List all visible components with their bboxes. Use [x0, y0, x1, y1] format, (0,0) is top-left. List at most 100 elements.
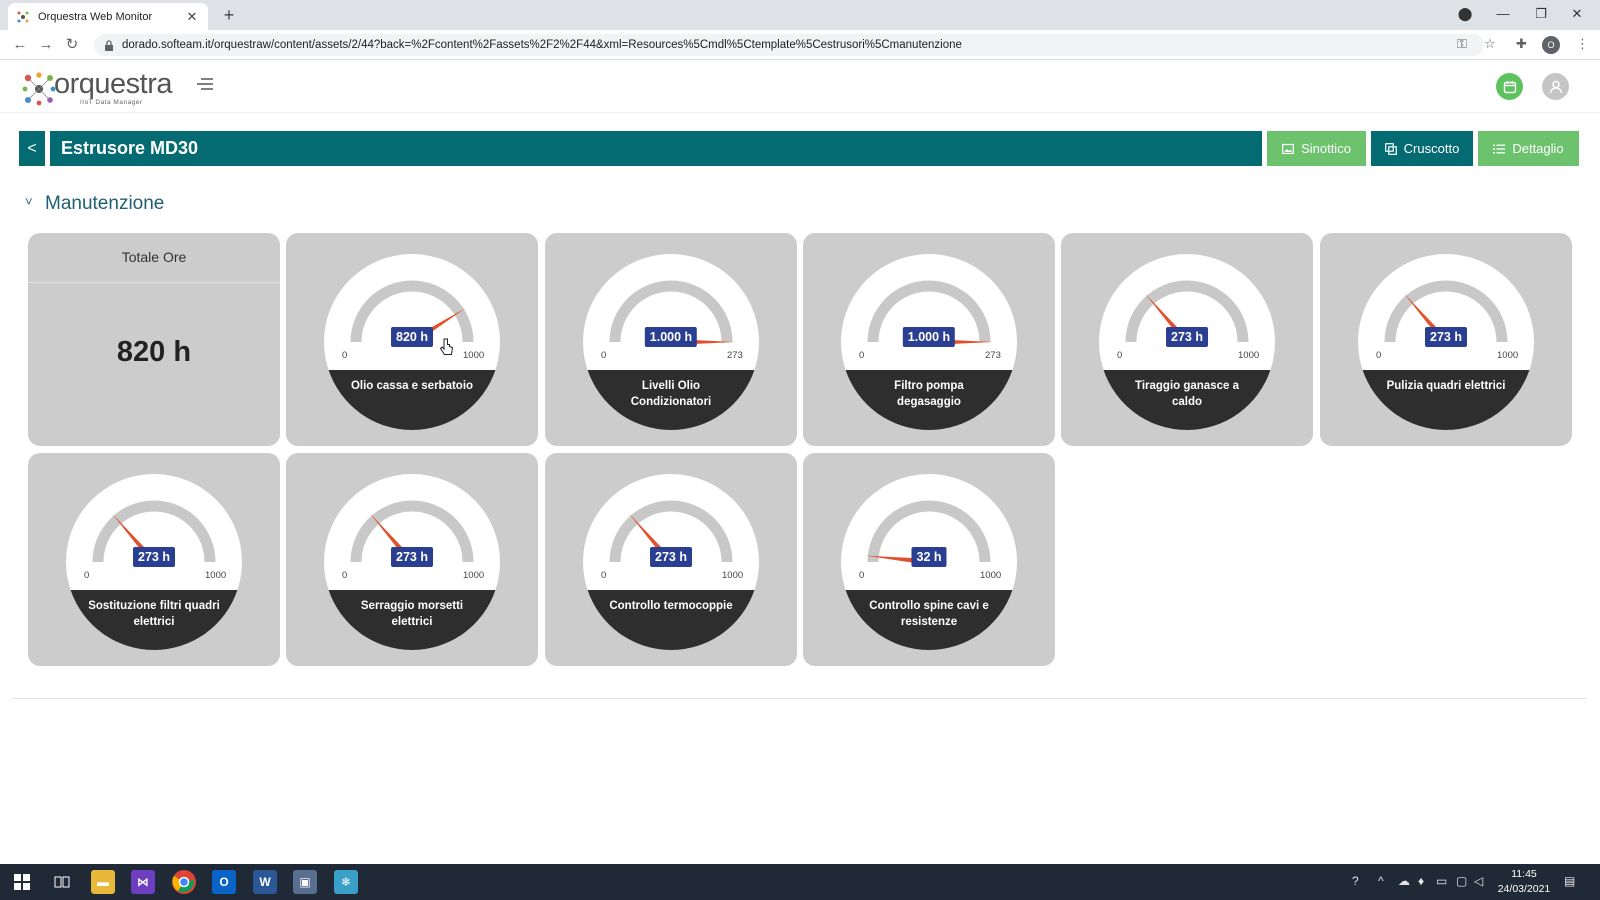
back-arrow-icon[interactable]: ← [8, 33, 32, 57]
battery-icon[interactable]: ▭ [1436, 874, 1447, 888]
close-tab-icon[interactable]: ✕ [184, 9, 200, 25]
logo-mark-icon [22, 72, 56, 106]
maintenance-gauge-card[interactable]: 273 h 0 1000 Tiraggio ganasce a caldo [1061, 233, 1313, 446]
monitor-icon[interactable]: ▢ [1456, 874, 1467, 888]
divider [28, 282, 280, 283]
maintenance-gauge-card[interactable]: 1.000 h 0 273 Filtro pompa degasaggio [803, 233, 1055, 446]
gauge-min-label: 0 [342, 570, 348, 581]
gauge-max-label: 1000 [463, 570, 485, 581]
word-icon[interactable]: W [253, 870, 277, 894]
maintenance-gauge-card[interactable]: 1.000 h 0 273 Livelli Olio Condizionatori [545, 233, 797, 446]
more-menu-icon[interactable]: ⋮ [1576, 36, 1589, 52]
gauge-min-label: 0 [342, 350, 348, 361]
gauge-max-label: 273 [985, 350, 1001, 361]
clock-time: 11:45 [1511, 868, 1537, 880]
gauge-value: 1.000 h [902, 327, 956, 347]
gauge-title: Pulizia quadri elettrici [1386, 380, 1506, 392]
gauge-title: Controllo spine cavi e resistenze [869, 600, 989, 628]
maintenance-gauge-card[interactable]: 273 h 0 1000 Serraggio morsetti elettrici [286, 453, 538, 666]
help-icon[interactable]: ? [1352, 874, 1359, 888]
gauge-value: 32 h [911, 547, 947, 567]
windows-start-icon[interactable] [10, 870, 34, 894]
visual-studio-icon[interactable]: ⋈ [131, 870, 155, 894]
profile-menu-icon[interactable]: ⬤ [1446, 0, 1484, 28]
sinottico-button[interactable]: Sinottico [1267, 131, 1366, 166]
gauge-min-label: 0 [1117, 350, 1123, 361]
cruscotto-label: Cruscotto [1403, 141, 1460, 156]
browser-toolbar: ← → ↻ dorado.softeam.it/orquestraw/conte… [0, 30, 1600, 60]
gauge-min-label: 0 [1376, 350, 1382, 361]
key-icon[interactable]: ⚿ [1457, 36, 1467, 52]
volume-icon[interactable]: ◁ [1474, 874, 1483, 888]
section-title[interactable]: Manutenzione [45, 193, 164, 215]
reload-icon[interactable]: ↻ [60, 33, 84, 57]
gauge-value: 273 h [650, 547, 692, 567]
browser-tab[interactable]: Orquestra Web Monitor ✕ [8, 3, 208, 30]
gauge-max-label: 1000 [722, 570, 744, 581]
maintenance-gauge-card[interactable]: 32 h 0 1000 Controllo spine cavi e resisten… [803, 453, 1055, 666]
chevron-down-icon[interactable]: ˅ [25, 194, 33, 209]
new-tab-button[interactable]: + [216, 3, 242, 27]
maintenance-gauge-card[interactable]: 273 h 0 1000 Pulizia quadri elettrici [1320, 233, 1572, 446]
notifications-icon[interactable]: ▤ [1564, 874, 1575, 888]
chevron-up-icon[interactable]: ^ [1378, 874, 1384, 888]
close-window-icon[interactable]: ✕ [1558, 0, 1596, 28]
windows-taskbar: ▬ ⋈ O W ▣ ❄ ? ^ ☁ ♦ ▭ ▢ ◁ 11:45 24/03/20… [0, 864, 1600, 900]
brand-subtitle: IIoT Data Manager [80, 99, 143, 106]
address-bar[interactable]: dorado.softeam.it/orquestraw/content/ass… [94, 34, 1484, 56]
microphone-icon[interactable]: ♦ [1418, 874, 1424, 888]
gauge-title: Livelli Olio Condizionatori [630, 380, 712, 408]
gauge-title: Tiraggio ganasce a caldo [1135, 380, 1239, 408]
cruscotto-button[interactable]: Cruscotto [1371, 131, 1473, 166]
forward-arrow-icon[interactable]: → [34, 33, 58, 57]
extensions-icon[interactable]: ✚ [1516, 36, 1527, 52]
list-icon [1493, 144, 1506, 153]
gauge-value: 1.000 h [644, 327, 698, 347]
taskbar-clock[interactable]: 11:45 24/03/2021 [1494, 867, 1554, 897]
gauge-min-label: 0 [84, 570, 90, 581]
user-avatar-button[interactable] [1542, 73, 1569, 100]
gauge-max-label: 273 [727, 350, 743, 361]
outlook-icon[interactable]: O [212, 870, 236, 894]
browser-tab-strip: Orquestra Web Monitor ✕ + ⬤ — ❐ ✕ [0, 0, 1600, 30]
file-explorer-icon[interactable]: ▬ [91, 870, 115, 894]
total-hours-card: Totale Ore 820 h [28, 233, 280, 446]
gauge-max-label: 1000 [980, 570, 1002, 581]
maintenance-gauge-card[interactable]: 820 h 0 1000 Olio cassa e serbatoio [286, 233, 538, 446]
maintenance-gauge-card[interactable]: 273 h 0 1000 Controllo termocoppie [545, 453, 797, 666]
copy-icon [1384, 142, 1397, 155]
image-icon [1282, 143, 1294, 154]
calendar-icon [1503, 80, 1516, 93]
remote-desktop-icon[interactable]: ▣ [293, 870, 317, 894]
clock-date: 24/03/2021 [1497, 883, 1551, 895]
app-header: orquestra IIoT Data Manager [0, 60, 1600, 113]
task-view-icon[interactable] [50, 870, 74, 894]
url-text: dorado.softeam.it/orquestraw/content/ass… [122, 39, 962, 51]
gauge-title: Olio cassa e serbatoio [350, 380, 474, 392]
network-icon[interactable]: ☁ [1398, 874, 1410, 888]
calendar-button[interactable] [1496, 73, 1523, 100]
browser-profile-avatar[interactable]: O [1542, 36, 1560, 54]
sinottico-label: Sinottico [1301, 141, 1351, 156]
back-button[interactable]: < [19, 131, 45, 166]
gauge-title: Serraggio morsetti elettrici [360, 600, 464, 628]
chrome-icon[interactable] [172, 870, 196, 894]
gauge-min-label: 0 [601, 350, 607, 361]
gauge-title: Controllo termocoppie [609, 600, 733, 612]
orquestra-logo[interactable]: orquestra IIoT Data Manager [20, 66, 173, 108]
hamburger-menu-icon[interactable] [196, 76, 214, 92]
gauge-max-label: 1000 [1497, 350, 1519, 361]
minimize-icon[interactable]: — [1484, 0, 1522, 28]
total-hours-title: Totale Ore [121, 249, 187, 265]
gauge-value: 273 h [133, 547, 175, 567]
browser-tab-title: Orquestra Web Monitor [38, 10, 153, 23]
hand-cursor-icon [440, 338, 454, 355]
maintenance-gauge-card[interactable]: 273 h 0 1000 Sostituzione filtri quadri ele… [28, 453, 280, 666]
dettaglio-button[interactable]: Dettaglio [1478, 131, 1579, 166]
gauge-title: Filtro pompa degasaggio [894, 380, 964, 408]
restore-icon[interactable]: ❐ [1522, 0, 1560, 28]
gauge-max-label: 1000 [463, 350, 485, 361]
app-icon[interactable]: ❄ [334, 870, 358, 894]
gauge-value: 820 h [391, 327, 433, 347]
star-icon[interactable]: ☆ [1484, 36, 1496, 52]
